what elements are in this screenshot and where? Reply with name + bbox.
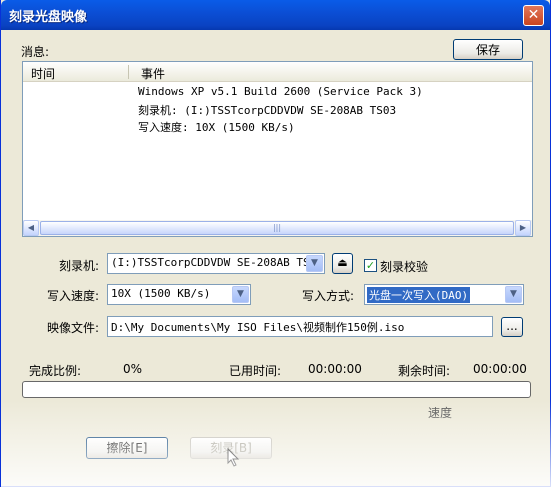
burn-image-dialog: 刻录光盘映像 ✕ 消息: 保存 时间 事件 Windows XP v5.1 Bu… [0,0,551,487]
remaining-label: 剩余时间: [398,364,451,378]
speed-value: 10X (1500 KB/s) [111,287,211,300]
chevron-down-icon[interactable]: ▼ [505,286,522,303]
close-button[interactable]: ✕ [523,5,544,26]
column-time[interactable]: 时间 [31,65,55,82]
scroll-right-icon[interactable]: ▶ [515,220,531,236]
speed-status-label: 速度 [428,406,453,420]
mode-value: 光盘一次写入(DAO) [367,287,471,303]
elapsed-label: 已用时间: [229,364,282,378]
scroll-thumb[interactable]: ||| [40,221,514,235]
title-bar[interactable]: 刻录光盘映像 ✕ [1,0,550,30]
column-separator [128,65,129,79]
image-file-value: D:\My Documents\My ISO Files\视频制作150例.is… [111,321,405,334]
completion-label: 完成比例: [29,364,82,378]
verify-label[interactable]: 刻录校验 [380,258,428,275]
speed-select[interactable]: 10X (1500 KB/s) ▼ [107,284,251,305]
mode-label: 写入方式: [302,289,355,303]
message-list[interactable]: 时间 事件 Windows XP v5.1 Build 2600 (Servic… [22,61,533,237]
horizontal-scrollbar[interactable]: ◀ ||| ▶ [23,220,532,236]
messages-label: 消息: [21,45,50,59]
chevron-down-icon[interactable]: ▼ [232,286,249,303]
list-item: 刻录机: (I:)TSSTcorpCDDVDW SE-208AB TS03 [138,104,397,117]
completion-value: 0% [123,362,143,376]
save-button[interactable]: 保存 [453,39,523,60]
image-file-field[interactable]: D:\My Documents\My ISO Files\视频制作150例.is… [107,316,493,337]
image-file-label: 映像文件: [47,321,100,335]
list-header: 时间 事件 [23,62,532,82]
chevron-down-icon[interactable]: ▼ [306,255,323,272]
scroll-left-icon[interactable]: ◀ [23,220,39,236]
column-event[interactable]: 事件 [141,65,165,82]
erase-button[interactable]: 擦除[E] [86,437,168,459]
burner-select[interactable]: (I:)TSSTcorpCDDVDW SE-208AB TS03 ▼ [107,253,325,274]
list-item: Windows XP v5.1 Build 2600 (Service Pack… [138,85,423,98]
elapsed-value: 00:00:00 [308,362,362,376]
browse-button[interactable]: ... [501,317,523,337]
list-item: 写入速度: 10X (1500 KB/s) [138,121,295,134]
window-title: 刻录光盘映像 [9,10,88,25]
verify-checkbox[interactable]: ✓ [364,259,377,272]
remaining-value: 00:00:00 [473,362,527,376]
eject-icon: ⏏ [337,256,348,269]
eject-button[interactable]: ⏏ [332,253,353,274]
progress-bar [22,381,531,398]
bottom-fade-overlay [1,400,551,487]
mouse-cursor-icon [227,448,240,467]
burner-value: (I:)TSSTcorpCDDVDW SE-208AB TS03 [111,256,323,269]
mode-select[interactable]: 光盘一次写入(DAO) ▼ [364,284,524,305]
speed-label: 写入速度: [47,289,100,303]
burner-label: 刻录机: [59,259,100,273]
